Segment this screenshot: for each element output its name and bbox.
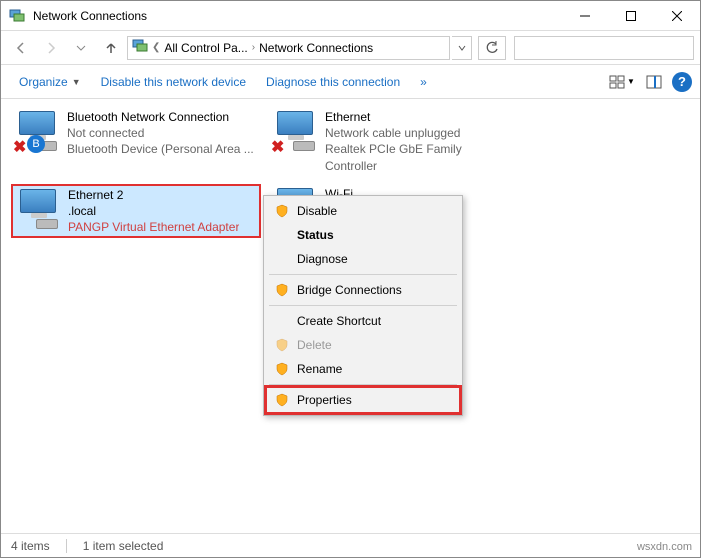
connection-labels: Bluetooth Network Connection Not connect…	[67, 109, 254, 174]
forward-button[interactable]	[37, 36, 65, 60]
ctx-label: Rename	[297, 362, 342, 376]
ctx-label: Diagnose	[297, 252, 348, 266]
connection-name: Ethernet 2	[68, 187, 239, 203]
shield-icon	[275, 393, 289, 407]
up-button[interactable]	[97, 36, 125, 60]
connection-icon: ✖ B	[13, 109, 61, 151]
window-buttons	[562, 1, 700, 31]
toolbar: Organize ▼ Disable this network device Di…	[1, 65, 700, 99]
connection-icon: ✖	[271, 109, 319, 151]
chevron-down-icon: ▼	[627, 77, 635, 86]
maximize-button[interactable]	[608, 1, 654, 31]
ctx-properties[interactable]: Properties	[267, 388, 459, 412]
connection-status: Not connected	[67, 125, 254, 141]
address-bar: ❮ All Control Pa... › Network Connection…	[1, 31, 700, 65]
more-button[interactable]: »	[410, 71, 437, 93]
ctx-label: Create Shortcut	[297, 314, 381, 328]
window-title: Network Connections	[33, 9, 562, 23]
minimize-button[interactable]	[562, 1, 608, 31]
breadcrumb-current[interactable]: Network Connections	[259, 41, 373, 55]
connection-device: Realtek PCIe GbE Family Controller	[325, 141, 517, 173]
ctx-diagnose[interactable]: Diagnose	[267, 247, 459, 271]
connection-device: PANGP Virtual Ethernet Adapter	[68, 219, 239, 235]
organize-button[interactable]: Organize ▼	[9, 71, 91, 93]
back-button[interactable]	[7, 36, 35, 60]
chevron-right-icon: ›	[252, 42, 255, 53]
shield-icon	[275, 283, 289, 297]
shield-icon	[275, 204, 289, 218]
view-mode-button[interactable]: ▼	[608, 70, 636, 94]
connection-icon	[14, 187, 62, 229]
item-count: 4 items	[11, 539, 50, 553]
shield-icon	[275, 362, 289, 376]
ctx-bridge[interactable]: Bridge Connections	[267, 278, 459, 302]
chevron-down-icon: ▼	[72, 77, 81, 87]
separator	[269, 274, 457, 275]
connection-status: .local	[68, 203, 239, 219]
diagnose-button[interactable]: Diagnose this connection	[256, 71, 410, 93]
breadcrumb[interactable]: ❮ All Control Pa... › Network Connection…	[127, 36, 450, 60]
ctx-label: Bridge Connections	[297, 283, 402, 297]
toolbar-right: ▼ ?	[608, 70, 692, 94]
connection-device: Bluetooth Device (Personal Area ...	[67, 141, 254, 157]
status-bar: 4 items 1 item selected	[1, 533, 700, 557]
connection-labels: Ethernet Network cable unplugged Realtek…	[325, 109, 517, 174]
location-icon	[132, 38, 148, 57]
connection-bluetooth[interactable]: ✖ B Bluetooth Network Connection Not con…	[11, 107, 261, 176]
context-menu: Disable Status Diagnose Bridge Connectio…	[263, 195, 463, 416]
help-button[interactable]: ?	[672, 72, 692, 92]
ctx-status[interactable]: Status	[267, 223, 459, 247]
address-dropdown[interactable]	[452, 36, 472, 60]
connection-ethernet[interactable]: ✖ Ethernet Network cable unplugged Realt…	[269, 107, 519, 176]
selection-count: 1 item selected	[83, 539, 164, 553]
preview-pane-button[interactable]	[640, 70, 668, 94]
organize-label: Organize	[19, 75, 68, 89]
connection-name: Ethernet	[325, 109, 517, 125]
connection-labels: Ethernet 2 .local PANGP Virtual Ethernet…	[68, 187, 239, 236]
connection-status: Network cable unplugged	[325, 125, 517, 141]
ctx-delete: Delete	[267, 333, 459, 357]
close-button[interactable]	[654, 1, 700, 31]
connection-name: Bluetooth Network Connection	[67, 109, 254, 125]
ctx-label: Disable	[297, 204, 337, 218]
divider	[66, 539, 67, 553]
ctx-rename[interactable]: Rename	[267, 357, 459, 381]
ctx-shortcut[interactable]: Create Shortcut	[267, 309, 459, 333]
disable-device-button[interactable]: Disable this network device	[91, 71, 256, 93]
ctx-label: Status	[297, 228, 334, 242]
disabled-x-icon: ✖	[271, 137, 287, 153]
ctx-label: Delete	[297, 338, 332, 352]
ctx-disable[interactable]: Disable	[267, 199, 459, 223]
breadcrumb-root[interactable]: All Control Pa...	[164, 41, 247, 55]
chevron-right-icon: ❮	[152, 42, 160, 53]
watermark: wsxdn.com	[637, 541, 692, 553]
connection-ethernet-2[interactable]: Ethernet 2 .local PANGP Virtual Ethernet…	[11, 184, 261, 239]
refresh-button[interactable]	[478, 36, 506, 60]
separator	[269, 384, 457, 385]
app-icon	[9, 8, 25, 24]
content-area: ✖ B Bluetooth Network Connection Not con…	[1, 99, 700, 529]
separator	[269, 305, 457, 306]
ctx-label: Properties	[297, 393, 352, 407]
recent-button[interactable]	[67, 36, 95, 60]
search-input[interactable]	[514, 36, 694, 60]
shield-icon	[275, 338, 289, 352]
bluetooth-icon: B	[27, 135, 45, 153]
titlebar: Network Connections	[1, 1, 700, 31]
